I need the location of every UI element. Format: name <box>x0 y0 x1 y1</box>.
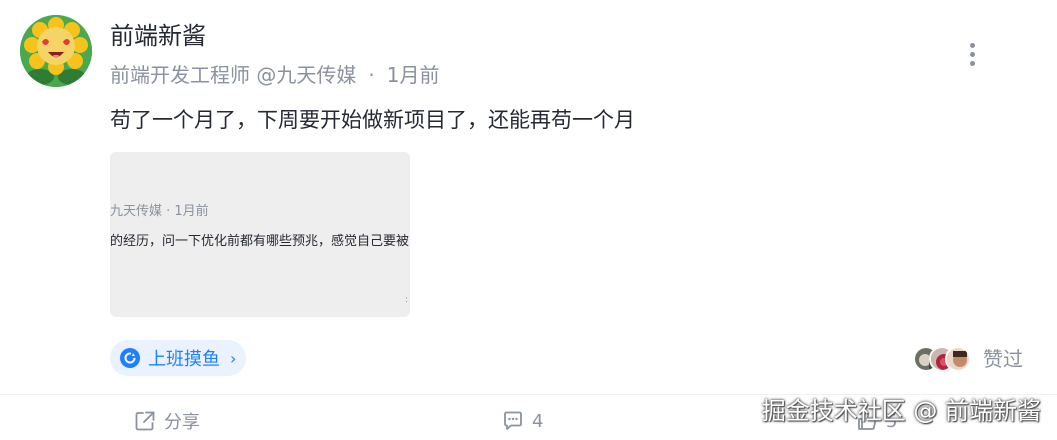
topic-label: 上班摸鱼 <box>148 349 220 370</box>
post-content: 苟了一个月了，下周要开始做新项目了，还能再苟一个月 <box>110 108 635 132</box>
post-card: 前端新酱 前端开发工程师 @九天传媒 · 1月前 苟了一个月了，下周要开始做新项… <box>0 0 1057 440</box>
meta-separator: · <box>368 63 375 87</box>
chevron-right-icon: › <box>230 348 237 368</box>
preview-mark: : <box>404 295 408 305</box>
like-count: 5 <box>886 410 898 432</box>
author-name[interactable]: 前端新酱 <box>110 20 206 52</box>
like-button[interactable]: 5 <box>856 406 897 436</box>
more-dot-icon <box>969 60 975 66</box>
topic-circle-icon <box>120 348 140 368</box>
author-avatar[interactable] <box>20 15 92 87</box>
liker-avatar-3 <box>945 346 971 372</box>
author-meta: 前端开发工程师 @九天传媒 · 1月前 <box>110 60 439 90</box>
preview-text: 的经历，问一下优化前都有哪些预兆，感觉自己要被 <box>110 234 410 249</box>
sunflower-avatar-icon <box>20 15 92 87</box>
share-label: 分享 <box>164 412 200 433</box>
comment-count: 4 <box>532 410 544 432</box>
thumbs-up-icon <box>858 411 877 430</box>
share-button[interactable]: 分享 <box>134 406 200 436</box>
action-divider <box>0 394 1057 395</box>
comment-icon <box>504 411 522 430</box>
liker-avatars[interactable] <box>913 344 971 374</box>
preview-meta: 九天传媒 · 1月前 <box>110 204 209 219</box>
post-image-preview[interactable]: 九天传媒 · 1月前 的经历，问一下优化前都有哪些预兆，感觉自己要被 : <box>110 152 410 317</box>
more-dot-icon <box>969 51 975 57</box>
watermark: 掘金技术社区 @ 前端新酱 <box>761 397 1041 425</box>
topic-tag[interactable]: 上班摸鱼 › <box>110 340 247 376</box>
author-title: 前端开发工程师 @九天传媒 <box>110 63 357 87</box>
comment-button[interactable]: 4 <box>502 406 543 436</box>
post-time: 1月前 <box>386 63 440 87</box>
more-options-button[interactable] <box>961 40 983 68</box>
liked-label[interactable]: 赞过 <box>983 344 1023 374</box>
share-icon <box>135 411 155 431</box>
more-dot-icon <box>969 42 975 48</box>
